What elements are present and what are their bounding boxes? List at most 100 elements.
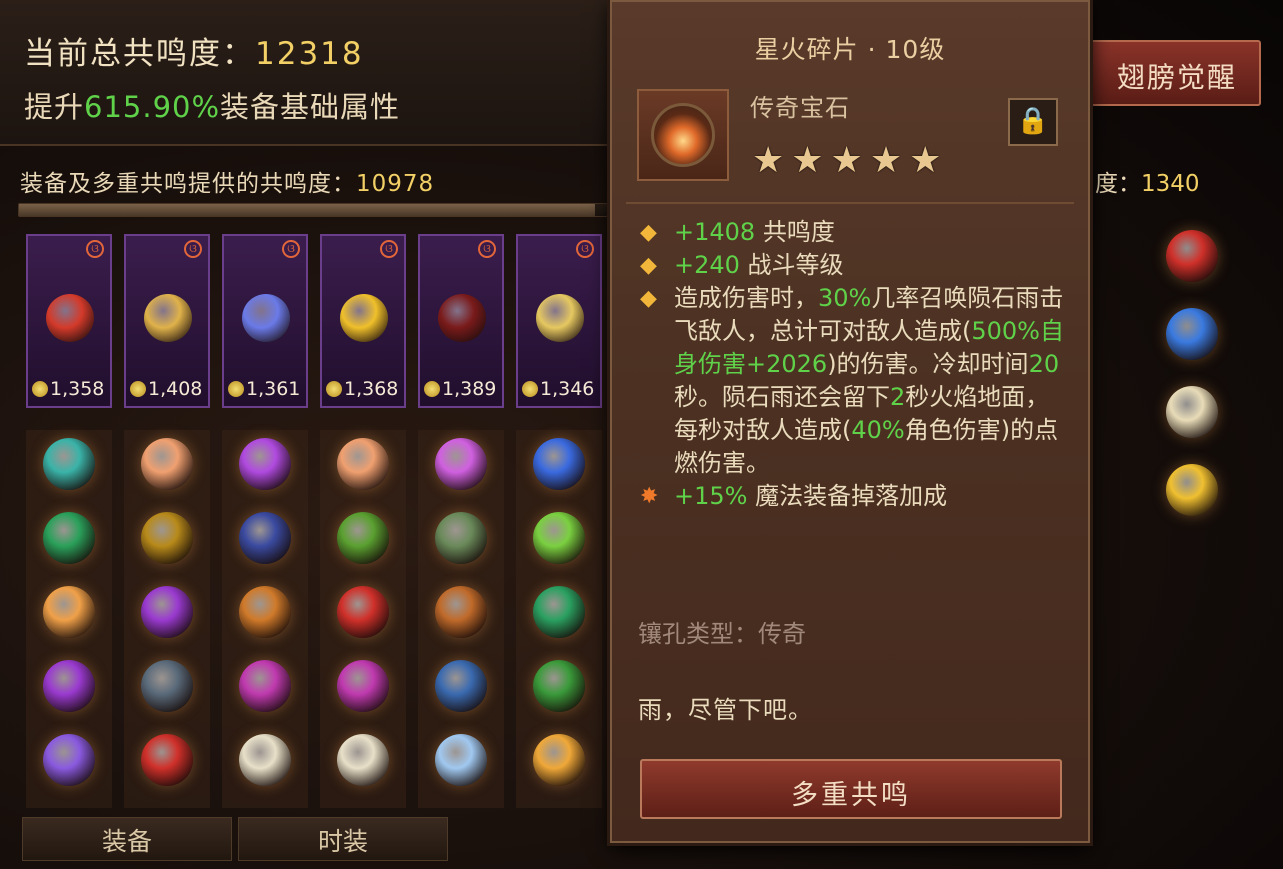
equip-resonance-label: 装备及多重共鸣提供的共鸣度： [20,171,356,197]
diamond-bullet-icon: ◆ [640,286,657,311]
coin-icon [130,381,146,397]
rune-mark-icon: ଓ [184,240,202,258]
boost-suffix: 装备基础属性 [220,90,401,124]
equip-gem-icon [46,294,94,342]
gem-title: 星火碎片 · 10级 [754,35,946,64]
equip-gem-icon [340,294,388,342]
multi-resonance-button[interactable]: 多重共鸣 [640,759,1062,819]
equip-card[interactable]: ଓ 1,361 [222,234,308,408]
gem-slot-icon[interactable] [239,734,291,786]
gem-slot-icon[interactable] [533,660,585,712]
equip-card[interactable]: ଓ 1,389 [418,234,504,408]
gem-slot-icon[interactable] [141,438,193,490]
right-resonance-label: 度： [1095,171,1141,197]
coin-icon [326,381,342,397]
tab-fashion[interactable]: 时装 [238,817,448,861]
gem-slot-icon[interactable] [43,512,95,564]
gem-slot-icon[interactable] [43,734,95,786]
gem-slot-icon[interactable] [435,586,487,638]
gem-slot-icon[interactable] [1166,386,1218,438]
rune-mark-icon: ଓ [478,240,496,258]
gem-slot-icon[interactable] [239,438,291,490]
total-resonance: 当前总共鸣度：12318 [24,28,364,73]
gem-slot-icon[interactable] [43,438,95,490]
equip-resonance: 装备及多重共鸣提供的共鸣度：10978 [20,164,434,198]
coin-icon [522,381,538,397]
rune-mark-icon: ଓ [576,240,594,258]
gem-attributes: ◆ +1408 共鸣度 ◆ +240 战斗等级 ◆ 造成伤害时，30%几率召唤陨石雨击… [640,216,1070,513]
coin-icon [32,381,48,397]
gem-slot-icon[interactable] [337,512,389,564]
rune-mark-icon: ଓ [86,240,104,258]
attr-magic-drop: ✸ +15% 魔法装备掉落加成 [640,482,948,510]
gem-type: 传奇宝石 [750,94,850,122]
boost-value: 615.90% [84,90,221,124]
socket-type: 镶孔类型：传奇 [638,620,806,648]
rune-mark-icon: ଓ [380,240,398,258]
sunburst-bullet-icon: ✸ [640,484,659,509]
gem-icon-frame [637,89,729,181]
gem-slot-icon[interactable] [141,512,193,564]
wing-awaken-button[interactable]: 翅膀觉醒 [1075,40,1261,106]
equip-gem-icon [438,294,486,342]
equip-card[interactable]: ଓ 1,346 [516,234,602,408]
equip-card[interactable]: ଓ 1,368 [320,234,406,408]
right-resonance: 度：1340 [1095,164,1200,198]
gem-slot-icon[interactable] [337,734,389,786]
resonance-header: 当前总共鸣度：12318 提升615.90%装备基础属性 [0,0,612,146]
rune-mark-icon: ଓ [282,240,300,258]
total-resonance-label: 当前总共鸣度： [24,36,255,72]
gem-slot-icon[interactable] [43,586,95,638]
gem-slot-icon[interactable] [435,734,487,786]
diamond-bullet-icon: ◆ [640,220,657,245]
gem-slot-icon[interactable] [337,586,389,638]
attr-resonance: ◆ +1408 共鸣度 [640,218,835,246]
gem-slot-icon[interactable] [1166,464,1218,516]
resonance-progress-bar [18,203,608,217]
boost-prefix: 提升 [24,90,85,124]
gem-stars: ★★★★★ [752,140,949,181]
equip-card-value: 1,346 [522,378,594,400]
lock-icon[interactable]: 🔒 [1008,98,1058,146]
gem-slot-icon[interactable] [337,660,389,712]
gem-slot-icon[interactable] [239,660,291,712]
equip-resonance-value: 10978 [356,171,435,197]
gem-slot-icon[interactable] [1166,230,1218,282]
gem-slot-icon[interactable] [533,438,585,490]
gem-slot-icon[interactable] [239,512,291,564]
divider [626,202,1074,204]
attr-combat-level: ◆ +240 战斗等级 [640,251,844,279]
resonance-progress-fill [19,204,596,216]
equip-card-value: 1,361 [228,378,300,400]
total-resonance-value: 12318 [255,36,364,72]
gem-slot-icon[interactable] [1166,308,1218,360]
gem-slot-icon[interactable] [239,586,291,638]
gem-slot-icon[interactable] [533,512,585,564]
gem-slot-icon[interactable] [141,660,193,712]
equip-card[interactable]: ଓ 1,408 [124,234,210,408]
gem-slot-icon[interactable] [141,734,193,786]
gem-slot-icon[interactable] [533,586,585,638]
equip-card[interactable]: ଓ 1,358 [26,234,112,408]
attr-meteor-effect: ◆ 造成伤害时，30%几率召唤陨石雨击飞敌人，总计可对敌人造成(500%自身伤害+… [640,284,1064,477]
coin-icon [424,381,440,397]
gem-slot-icon[interactable] [435,438,487,490]
gem-tooltip-panel: 星火碎片 · 10级 传奇宝石 🔒 ★★★★★ ◆ +1408 共鸣度 ◆ +240… [610,0,1090,843]
gem-slot-icon[interactable] [533,734,585,786]
starfire-shard-icon [651,103,715,167]
gem-slot-icon[interactable] [337,438,389,490]
equip-gem-icon [242,294,290,342]
gem-slot-icon[interactable] [435,660,487,712]
gem-slot-icon[interactable] [43,660,95,712]
tab-equip[interactable]: 装备 [22,817,232,861]
equip-gem-icon [536,294,584,342]
equip-card-value: 1,389 [424,378,496,400]
right-resonance-value: 1340 [1141,171,1200,197]
equip-card-value: 1,358 [32,378,104,400]
diamond-bullet-icon: ◆ [640,253,657,278]
gem-slot-icon[interactable] [141,586,193,638]
coin-icon [228,381,244,397]
flavor-text: 雨，尽管下吧。 [638,696,813,724]
gem-slot-icon[interactable] [435,512,487,564]
boost-text: 提升615.90%装备基础属性 [24,84,400,126]
